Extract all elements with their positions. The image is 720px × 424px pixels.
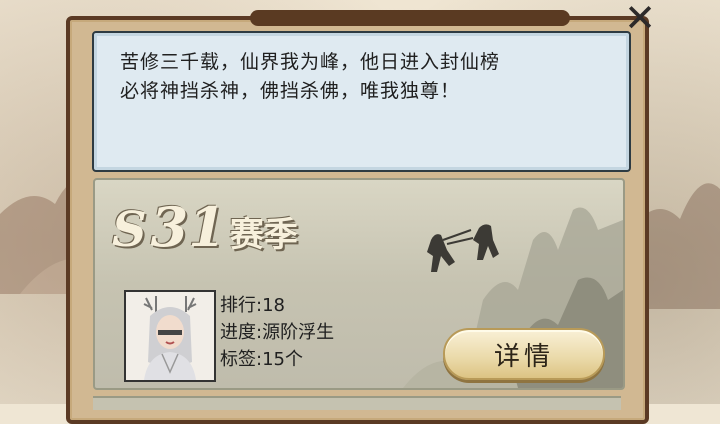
quote-line-1: 苦修三千载，仙界我为峰，他日进入封仙榜	[120, 51, 501, 73]
season-number: 31	[150, 195, 226, 259]
rank-text: 排行:18	[220, 295, 285, 316]
quote-line-2: 必将神挡杀神，佛挡杀佛，唯我独尊！	[120, 80, 461, 102]
next-season-card	[93, 396, 621, 410]
quote-text: 苦修三千载，仙界我为峰，他日进入封仙榜 必将神挡杀神，佛挡杀佛，唯我独尊！	[120, 48, 610, 106]
tags-text: 标签:15个	[220, 349, 303, 370]
season-word: 赛季	[229, 215, 298, 255]
character-avatar[interactable]	[124, 290, 216, 382]
character-portrait-icon	[126, 292, 214, 380]
season-prefix: S	[112, 202, 147, 258]
season-stats: 排行:18 进度:源阶浮生 标签:15个	[220, 292, 334, 373]
progress-text: 进度:源阶浮生	[220, 322, 335, 343]
title-strip	[250, 10, 570, 26]
detail-button[interactable]: 详情	[443, 328, 605, 380]
season-title: S 31 赛季	[112, 195, 298, 259]
